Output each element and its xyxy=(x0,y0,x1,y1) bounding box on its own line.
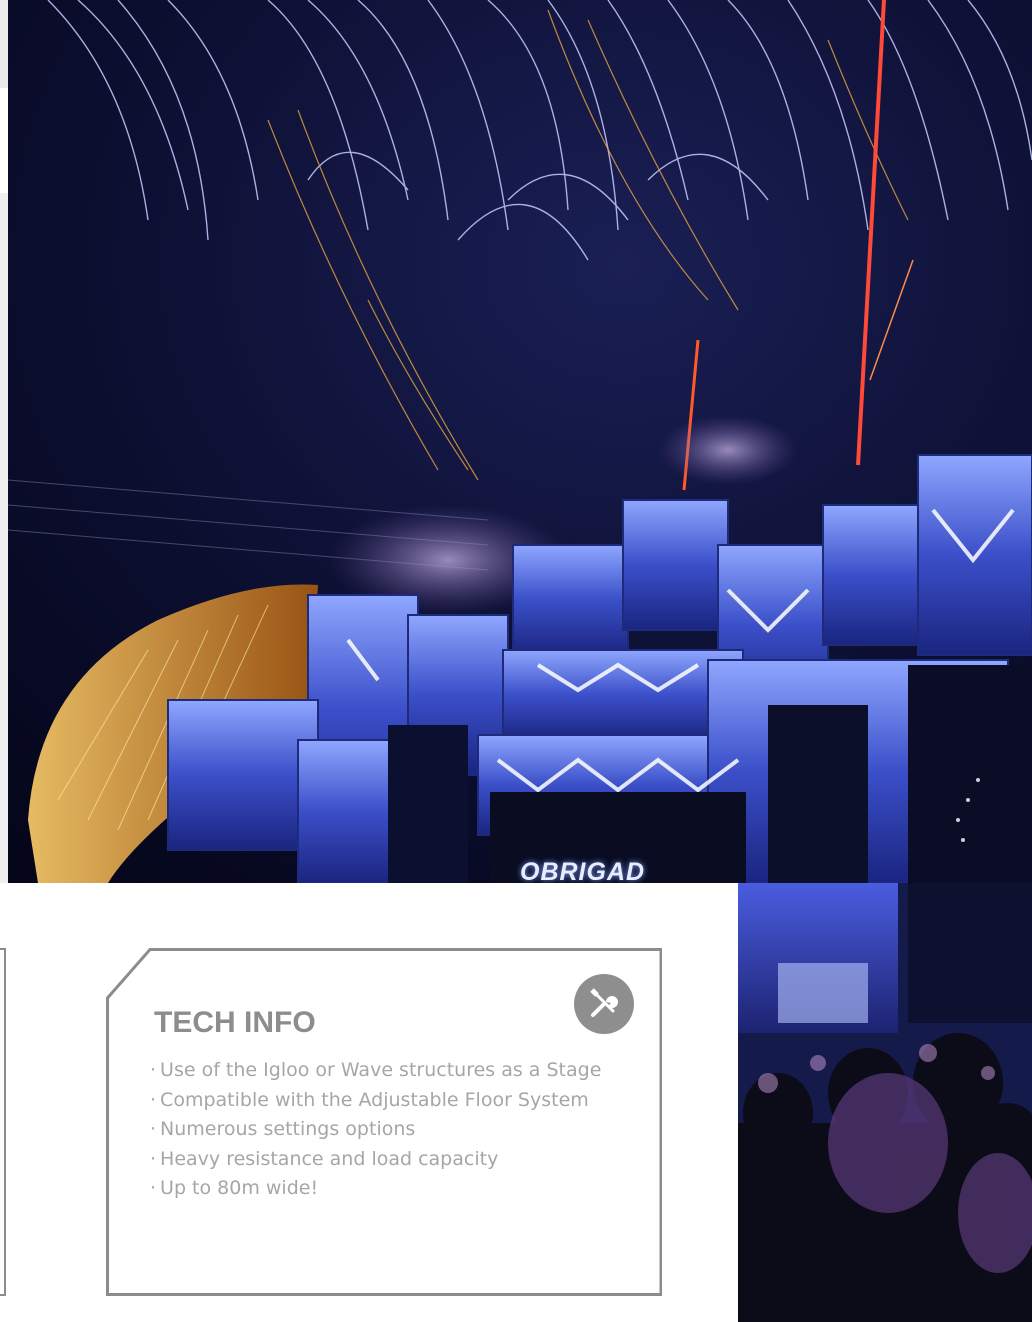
feature-list: · Use of the Igloo or Wave structures as … xyxy=(150,1056,601,1204)
feature-item: · Compatible with the Adjustable Floor Sy… xyxy=(150,1088,589,1111)
tools-icon xyxy=(574,974,634,1034)
crowd-photo xyxy=(738,883,1032,1322)
feature-item: · Numerous settings options xyxy=(150,1118,416,1140)
tech-info-card: TECH INFO · Use of the Igloo or Wave stru… xyxy=(106,948,662,1296)
concert-stage-photo: OBRIGAD xyxy=(8,0,1032,883)
stage-screen-text: OBRIGAD xyxy=(520,858,646,883)
feature-item: · Heavy resistance and load capacity xyxy=(150,1147,499,1170)
feature-item: · Up to 80m wide! xyxy=(150,1177,319,1199)
adjacent-card-frame xyxy=(0,948,6,1296)
tech-info-title: TECH INFO xyxy=(154,1006,316,1039)
feature-item: · Use of the Igloo or Wave structures as … xyxy=(150,1059,602,1081)
